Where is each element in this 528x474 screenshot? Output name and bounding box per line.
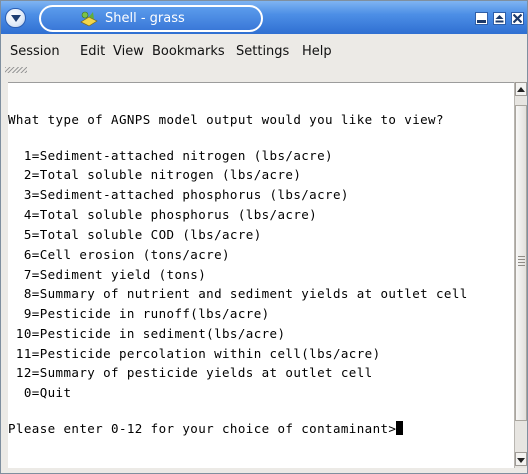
menu-view[interactable]: View (113, 44, 144, 59)
terminal-shell-icon (80, 11, 98, 27)
option-line: 3=Sediment-attached phosphorus (lbs/acre… (8, 187, 349, 202)
option-line: 11=Pesticide percolation within cell(lbs… (8, 346, 381, 361)
maximize-button[interactable] (493, 12, 506, 25)
toolbar-grip[interactable] (5, 67, 27, 73)
option-line: 0=Quit (8, 385, 72, 400)
close-icon (513, 14, 522, 23)
option-line: 12=Summary of pesticide yields at outlet… (8, 365, 373, 380)
close-button[interactable] (511, 12, 524, 25)
terminal-window: Shell - grass Session Edit View Bookmark… (0, 0, 528, 474)
option-line: 10=Pesticide in sediment(lbs/acre) (8, 326, 286, 341)
scroll-thumb[interactable] (515, 105, 527, 421)
prompt-line: Please enter 0-12 for your choice of con… (8, 421, 404, 437)
prompt-text: Please enter 0-12 for your choice of con… (8, 421, 397, 436)
menu-bookmarks[interactable]: Bookmarks (152, 44, 225, 59)
scroll-up-button[interactable] (515, 82, 527, 96)
menu-settings[interactable]: Settings (236, 44, 289, 59)
arrow-down-icon (517, 458, 525, 463)
minimize-icon (477, 20, 486, 23)
maximize-icon (495, 15, 504, 23)
terminal-output[interactable]: What type of AGNPS model output would yo… (8, 82, 514, 468)
option-line: 8=Summary of nutrient and sediment yield… (8, 286, 468, 301)
menu-bar: Session Edit View Bookmarks Settings Hel… (1, 34, 527, 66)
option-line: 6=Cell erosion (tons/acre) (8, 247, 230, 262)
text-cursor (396, 421, 404, 435)
vertical-scrollbar[interactable] (514, 82, 527, 468)
option-line: 4=Total soluble phosphorus (lbs/acre) (8, 207, 318, 222)
option-line: 2=Total soluble nitrogen (lbs/acre) (8, 167, 302, 182)
option-line: 1=Sediment-attached nitrogen (lbs/acre) (8, 148, 333, 163)
scroll-down-button[interactable] (515, 452, 527, 466)
menu-session[interactable]: Session (10, 44, 60, 59)
menu-help[interactable]: Help (302, 44, 332, 59)
option-line: 9=Pesticide in runoff(lbs/acre) (8, 306, 270, 321)
chevron-down-icon (11, 15, 21, 22)
window-title-tab[interactable]: Shell - grass (39, 5, 263, 32)
menu-edit[interactable]: Edit (80, 44, 105, 59)
option-line: 7=Sediment yield (tons) (8, 267, 207, 282)
arrow-up-icon (517, 87, 525, 92)
option-line: 5=Total soluble COD (lbs/acre) (8, 227, 262, 242)
title-bar[interactable]: Shell - grass (1, 1, 527, 34)
window-menu-button[interactable] (5, 8, 26, 28)
question-line: What type of AGNPS model output would yo… (8, 112, 444, 127)
minimize-button[interactable] (475, 12, 488, 25)
thumb-grip (518, 256, 525, 266)
window-title: Shell - grass (105, 11, 185, 26)
